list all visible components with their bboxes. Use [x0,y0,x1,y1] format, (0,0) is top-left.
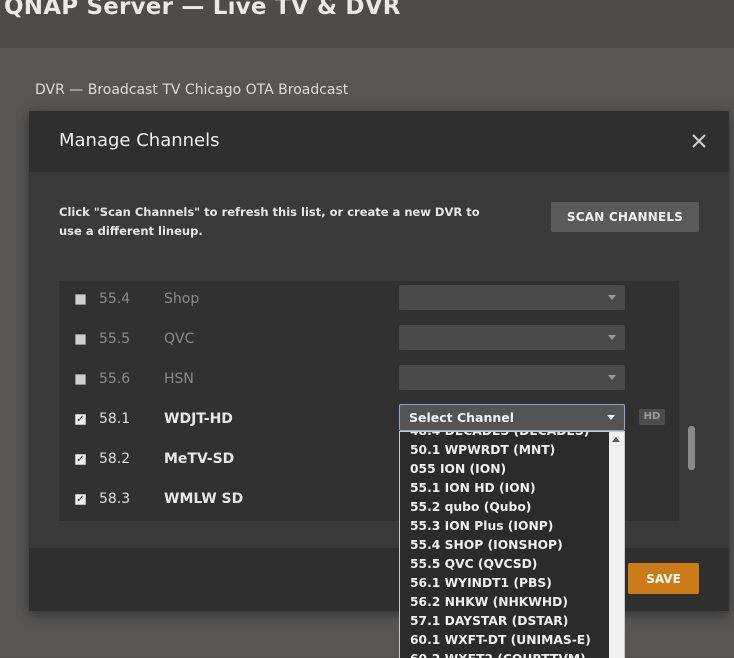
dropdown-option[interactable]: 48.4 DECADES (DECADES) [400,432,610,441]
dvr-subtitle: DVR — Broadcast TV Chicago OTA Broadcast [35,82,349,98]
modal-intro-text: Click "Scan Channels" to refresh this li… [59,205,480,238]
channel-dropdown-list[interactable]: 48.4 DECADES (DECADES) 50.1 WPWRDT (MNT)… [399,431,625,658]
channel-list-scrollbar[interactable] [688,426,695,470]
scan-channels-button[interactable]: SCAN CHANNELS [551,202,699,232]
dropdown-option[interactable]: 55.5 QVC (QVCSD) [400,555,610,574]
channel-checkbox[interactable]: ✓ [75,454,86,465]
dropdown-options: 48.4 DECADES (DECADES) 50.1 WPWRDT (MNT)… [400,432,610,658]
scroll-up-arrow-icon[interactable] [612,437,620,442]
dropdown-option[interactable]: 055 ION (ION) [400,460,610,479]
dropdown-option[interactable]: 56.2 NHKW (NHKWHD) [400,593,610,612]
channel-row: 55.4 Shop [59,281,679,321]
channel-name: Shop [164,291,200,307]
dropdown-option[interactable]: 55.3 ION Plus (IONP) [400,517,610,536]
channel-number: 55.4 [99,291,131,307]
channel-number: 58.1 [99,411,131,427]
channel-number: 55.6 [99,371,131,387]
dropdown-option[interactable]: 55.2 qubo (Qubo) [400,498,610,517]
hd-badge: HD [639,409,665,425]
channel-checkbox[interactable] [75,374,86,385]
modal-header: Manage Channels [29,111,729,172]
channel-row: 55.6 HSN [59,361,679,401]
channel-name: QVC [164,331,195,347]
dropdown-option[interactable]: 55.1 ION HD (ION) [400,479,610,498]
dropdown-option[interactable]: 55.4 SHOP (IONSHOP) [400,536,610,555]
channel-select[interactable] [399,365,625,390]
dropdown-scrollbar[interactable] [609,432,624,658]
channel-checkbox[interactable]: ✓ [75,414,86,425]
dropdown-option[interactable]: 50.1 WPWRDT (MNT) [400,441,610,460]
save-button[interactable]: SAVE [628,563,699,594]
channel-row: 55.5 QVC [59,321,679,361]
channel-number: 58.3 [99,491,131,507]
channel-select-open[interactable]: Select Channel [399,404,625,431]
channel-name: MeTV-SD [164,451,235,467]
channel-checkbox[interactable] [75,294,86,305]
dropdown-option[interactable]: 60.1 WXFT-DT (UNIMAS-E) [400,631,610,650]
chevron-down-icon [607,415,615,420]
channel-select[interactable] [399,325,625,350]
chevron-down-icon [608,335,616,340]
chevron-down-icon [608,295,616,300]
channel-select[interactable] [399,285,625,310]
channel-select-value: Select Channel [409,410,515,425]
channel-name: WDJT-HD [164,411,233,427]
page-title: QNAP Server — Live TV & DVR [4,0,401,20]
channel-name: WMLW SD [164,491,244,507]
close-icon[interactable] [687,129,711,153]
modal-title: Manage Channels [59,130,220,151]
channel-number: 55.5 [99,331,131,347]
channel-name: HSN [164,371,194,387]
channel-checkbox[interactable] [75,334,86,345]
chevron-down-icon [608,375,616,380]
dropdown-option[interactable]: 56.1 WYINDT1 (PBS) [400,574,610,593]
dropdown-option[interactable]: 57.1 DAYSTAR (DSTAR) [400,612,610,631]
channel-checkbox[interactable]: ✓ [75,494,86,505]
channel-number: 58.2 [99,451,131,467]
